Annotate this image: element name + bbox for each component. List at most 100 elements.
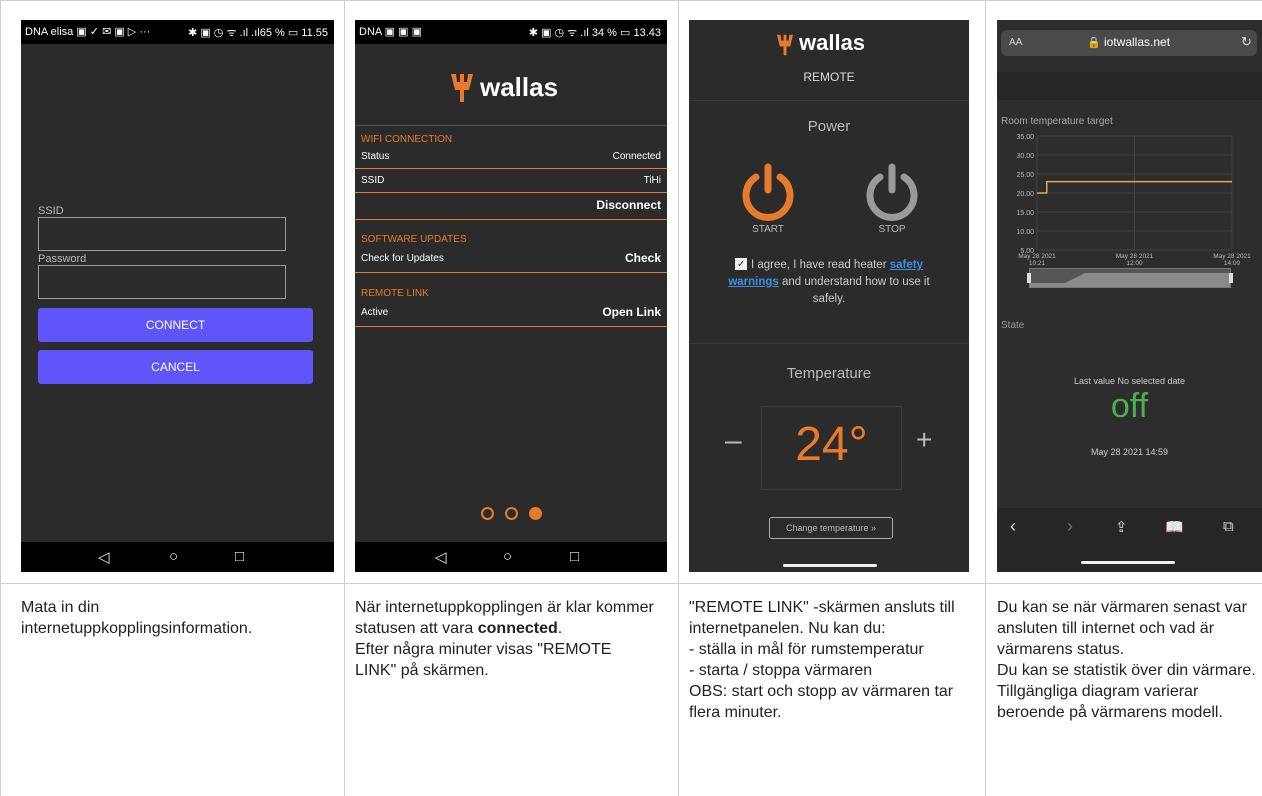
lock-icon: 🔒 [1087, 37, 1101, 49]
status-left: DNA ▣ ▣ ▣ [359, 26, 422, 38]
y-tick-label: 30.00 [1016, 153, 1034, 160]
caption-3-text-d: OBS: start och stopp av värmaren tar fle… [689, 683, 954, 721]
agree-text-1: I agree, I have read heater [751, 259, 887, 271]
recents-icon[interactable]: □ [570, 548, 579, 565]
y-tick-label: 35.00 [1016, 134, 1034, 141]
connect-button[interactable]: CONNECT [38, 308, 313, 342]
wallas-logo: wallas [774, 30, 894, 62]
table-border-middle [0, 583, 1262, 584]
tabs-icon[interactable]: ⧉ [1223, 518, 1234, 535]
page-dot[interactable] [481, 507, 494, 520]
temperature-title: Temperature [786, 365, 872, 382]
ssid-input[interactable] [38, 217, 286, 251]
status-left: DNA elisa ▣ ✓ ✉ ▣ ▷ ··· [25, 26, 151, 38]
x-tick-label: 12:00 [1126, 260, 1143, 267]
status-bar: DNA ▣ ▣ ▣ ✱ ▣ ◷ ᯤ .ıl 34 % ▭ 13.43 [355, 20, 667, 44]
temperature-display: 24° [761, 406, 902, 490]
agree-text-3: safely. [812, 293, 846, 305]
change-temperature-button[interactable]: Change temperature » [769, 517, 893, 539]
recents-icon[interactable]: □ [235, 548, 244, 565]
divider [689, 100, 969, 101]
stop-button[interactable] [863, 163, 921, 221]
warnings-link[interactable]: warnings [728, 276, 778, 288]
y-tick-label: 15.00 [1016, 210, 1034, 217]
bookmarks-icon[interactable]: 📖 [1165, 518, 1184, 536]
state-time: May 28 2021 14:59 [1090, 447, 1169, 457]
screenshot-wifi-setup: DNA elisa ▣ ✓ ✉ ▣ ▷ ··· ✱ ▣ ◷ ᯤ .ıl .ıl6… [21, 20, 334, 572]
wallas-logo: wallas [447, 70, 577, 110]
range-navigator[interactable] [1027, 268, 1233, 288]
status-right: ✱ ▣ ◷ ᯤ .ıl .ıl65 % ▭ 11.55 [188, 27, 328, 39]
power-stop-icon [866, 163, 918, 221]
caption-step-4: Du kan se när värmaren senast var anslut… [997, 597, 1259, 723]
ssid-label: SSID [38, 205, 64, 217]
range-handle-right[interactable] [1229, 273, 1233, 283]
range-handle-left[interactable] [1027, 273, 1031, 283]
state-value: off [1110, 387, 1149, 425]
divider [355, 168, 667, 169]
page-dot-active[interactable] [529, 507, 542, 520]
ssid-key: SSID [361, 175, 385, 186]
y-tick-label: 20.00 [1016, 191, 1034, 198]
back-icon[interactable]: ◁ [435, 548, 447, 566]
agree-checkbox[interactable]: ✓ [735, 258, 747, 270]
disconnect-button[interactable]: Disconnect [596, 198, 661, 212]
check-updates-row: Check for Updates Check [355, 248, 667, 270]
page-indicator [481, 505, 551, 521]
x-tick-label: May 28 2021 [1116, 253, 1154, 260]
cancel-button[interactable]: CANCEL [38, 350, 313, 384]
table-border [0, 0, 1, 796]
check-updates-key: Check for Updates [361, 253, 444, 264]
caption-2-bold: connected [477, 620, 558, 637]
updates-section-title: SOFTWARE UPDATES [361, 234, 467, 245]
screenshot-connection-status: DNA ▣ ▣ ▣ ✱ ▣ ◷ ᯤ .ıl 34 % ▭ 13.43 walla… [355, 20, 667, 572]
power-start-icon [742, 163, 794, 221]
start-button[interactable] [739, 163, 797, 221]
open-link-button[interactable]: Open Link [602, 305, 661, 319]
password-input[interactable] [38, 265, 286, 299]
caption-3-text-a: "REMOTE LINK" -skärmen ansluts till inte… [689, 599, 955, 637]
browser-header: AA 🔒 iotwallas.net ↻ [997, 20, 1262, 72]
temperature-value: 24° [795, 418, 868, 471]
ssid-value: TiHi [643, 175, 661, 186]
android-nav-bar: ◁ ○ □ [21, 542, 334, 572]
home-icon[interactable]: ○ [503, 548, 512, 565]
caption-3-text-c: - starta / stoppa värmaren [689, 662, 873, 679]
remote-section-title: REMOTE LINK [361, 288, 429, 299]
address-bar[interactable]: AA 🔒 iotwallas.net ↻ [1001, 30, 1257, 56]
caption-3-text-b: - ställa in mål för rumstemperatur [689, 641, 924, 658]
increase-temp-button[interactable]: + [916, 424, 932, 456]
screenshot-web-panel: AA 🔒 iotwallas.net ↻ Room temperature ta… [997, 20, 1262, 572]
caption-4-text-b: Du kan se statistik över din värmare. Ti… [997, 662, 1256, 721]
remote-link-row: Active Open Link [355, 302, 667, 324]
text-size-button[interactable]: AA [1009, 37, 1022, 48]
divider [355, 192, 667, 193]
x-tick-label: May 28 2021 [1213, 253, 1251, 260]
disconnect-row[interactable]: Disconnect [355, 195, 667, 217]
reload-icon[interactable]: ↻ [1241, 34, 1252, 50]
table-border [678, 0, 679, 796]
divider [689, 343, 969, 344]
back-icon[interactable]: ◁ [98, 548, 110, 566]
caption-2-text-b: Efter några minuter visas "REMOTE LINK" … [355, 641, 612, 679]
home-indicator [783, 564, 877, 567]
divider [355, 326, 667, 327]
decrease-temp-button[interactable]: – [725, 424, 742, 458]
last-value-label: Last value No selected date [1073, 376, 1186, 386]
caption-4-text-a: Du kan se när värmaren senast var anslut… [997, 599, 1247, 658]
status-row: Status Connected [355, 146, 667, 168]
back-icon[interactable]: ‹ [1010, 516, 1016, 537]
table-border [985, 0, 986, 796]
home-indicator [1081, 561, 1175, 564]
home-icon[interactable]: ○ [169, 548, 178, 565]
page-dot[interactable] [505, 507, 518, 520]
divider [355, 272, 667, 273]
screenshot-remote-control: wallas REMOTE Power START STOP ✓ I agree,… [689, 20, 969, 572]
power-title: Power [807, 118, 851, 135]
x-tick-label: May 28 2021 [1018, 253, 1056, 260]
check-button[interactable]: Check [625, 251, 661, 265]
forward-icon[interactable]: › [1067, 516, 1073, 537]
share-icon[interactable]: ⇪ [1115, 518, 1128, 536]
safety-link[interactable]: safety [890, 259, 923, 271]
url-text: iotwallas.net [1104, 35, 1171, 49]
